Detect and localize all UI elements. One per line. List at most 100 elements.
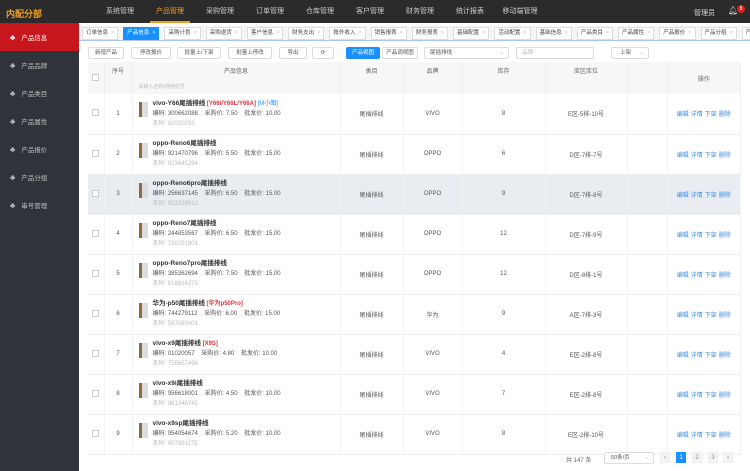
product-name[interactable]: oppo-Reno6尾插排线 bbox=[153, 140, 217, 147]
row-checkbox[interactable] bbox=[88, 134, 105, 175]
product-thumbnail[interactable] bbox=[138, 342, 148, 358]
close-icon[interactable]: × bbox=[193, 30, 196, 36]
nav-item[interactable]: 系统管理 bbox=[100, 0, 140, 23]
product-thumbnail[interactable] bbox=[138, 302, 148, 318]
nav-item[interactable]: 客户管理 bbox=[350, 0, 390, 23]
nav-item[interactable]: 采购管理 bbox=[200, 0, 240, 23]
batch-shelf-button[interactable]: 批量上/下架 bbox=[177, 47, 221, 59]
category-select[interactable]: 尾插排线 ⌄ bbox=[424, 47, 509, 59]
next-page-button[interactable]: › bbox=[723, 452, 733, 463]
table-row[interactable]: 8 vivo-x9i尾插排线 编码: 956618001 采购价: 4.50 批… bbox=[88, 374, 741, 415]
tab[interactable]: 产品分组 × bbox=[700, 27, 737, 40]
sidebar-item[interactable]: ♣ 产品属性 bbox=[0, 107, 79, 135]
product-thumbnail[interactable] bbox=[138, 422, 148, 438]
action-detail[interactable]: 详情 bbox=[691, 273, 703, 279]
tab[interactable]: 基础信息 × bbox=[535, 27, 572, 40]
nav-item[interactable]: 产品管理 bbox=[150, 0, 190, 23]
row-checkbox[interactable] bbox=[88, 294, 105, 335]
action-delete[interactable]: 删除 bbox=[719, 193, 731, 199]
table-row[interactable]: 3 oppo-Reno6pro尾插排线 编码: 256637145 采购价: 6… bbox=[88, 174, 741, 215]
user-name[interactable]: 管理员 bbox=[694, 8, 715, 18]
action-detail[interactable]: 详情 bbox=[691, 353, 703, 359]
tab[interactable]: 采购计划 × bbox=[164, 27, 201, 40]
action-unshelve[interactable]: 下架 bbox=[705, 153, 717, 159]
close-icon[interactable]: × bbox=[647, 30, 650, 36]
tab[interactable]: 产品报价 × bbox=[659, 27, 696, 40]
row-checkbox[interactable] bbox=[88, 214, 105, 255]
action-edit[interactable]: 编辑 bbox=[677, 313, 689, 319]
product-name[interactable]: vivo-x9尾插排线 bbox=[153, 340, 201, 347]
action-delete[interactable]: 删除 bbox=[719, 433, 731, 439]
close-icon[interactable]: × bbox=[730, 30, 733, 36]
action-unshelve[interactable]: 下架 bbox=[705, 313, 717, 319]
product-search-input[interactable]: 请输入名称/通用型号 bbox=[132, 78, 341, 94]
close-icon[interactable]: × bbox=[111, 30, 114, 36]
tab[interactable]: 财务报表 × bbox=[411, 27, 449, 40]
product-view-button[interactable]: 产品视图 bbox=[346, 47, 380, 59]
table-row[interactable]: 5 oppo-Reno7pro尾插排线 编码: 385362694 采购价: 7… bbox=[88, 254, 741, 295]
action-detail[interactable]: 详情 bbox=[691, 112, 703, 118]
action-unshelve[interactable]: 下架 bbox=[705, 273, 717, 279]
action-edit[interactable]: 编辑 bbox=[677, 393, 689, 399]
close-icon[interactable]: × bbox=[152, 30, 155, 36]
product-thumbnail[interactable] bbox=[138, 142, 148, 158]
nav-item[interactable]: 订单管理 bbox=[250, 0, 290, 23]
tab[interactable]: 订单信息 × bbox=[82, 27, 119, 40]
close-icon[interactable]: × bbox=[358, 30, 361, 36]
action-detail[interactable]: 详情 bbox=[691, 233, 703, 239]
action-unshelve[interactable]: 下架 bbox=[705, 193, 717, 199]
sidebar-item[interactable]: ♣ 产品分组 bbox=[0, 163, 79, 191]
action-edit[interactable]: 编辑 bbox=[677, 233, 689, 239]
close-icon[interactable]: × bbox=[688, 30, 691, 36]
close-icon[interactable]: × bbox=[276, 30, 279, 36]
close-icon[interactable]: × bbox=[441, 30, 444, 36]
product-thumbnail[interactable] bbox=[138, 102, 148, 117]
close-icon[interactable]: × bbox=[482, 30, 485, 36]
tab[interactable]: 产品信息 × bbox=[123, 27, 160, 40]
row-checkbox[interactable] bbox=[88, 414, 105, 455]
batch-stop-button[interactable]: 批量上停改 bbox=[228, 47, 272, 59]
action-detail[interactable]: 详情 bbox=[691, 313, 703, 319]
action-unshelve[interactable]: 下架 bbox=[705, 393, 717, 399]
page-button[interactable]: 2 bbox=[692, 452, 702, 463]
action-detail[interactable]: 详情 bbox=[691, 153, 703, 159]
table-row[interactable]: 4 oppo-Reno7尾插排线 编码: 244853567 采购价: 6.50… bbox=[88, 214, 741, 255]
table-row[interactable]: 9 vivo-x9sp尾插排线 编码: 954054674 采购价: 5.20 … bbox=[88, 414, 741, 455]
action-delete[interactable]: 删除 bbox=[719, 353, 731, 359]
table-row[interactable]: 2 oppo-Reno6尾插排线 编码: 921470796 采购价: 5.50… bbox=[88, 134, 741, 175]
close-icon[interactable]: × bbox=[606, 30, 609, 36]
tab[interactable]: 销售报表 × bbox=[370, 27, 407, 40]
action-delete[interactable]: 删除 bbox=[719, 153, 731, 159]
refresh-icon[interactable]: ⟳ bbox=[312, 47, 334, 59]
batch-view-button[interactable]: 产品调视图 bbox=[382, 47, 418, 59]
sidebar-item[interactable]: ♣ 产品信息 bbox=[0, 23, 79, 51]
nav-item[interactable]: 仓库管理 bbox=[300, 0, 340, 23]
add-product-button[interactable]: 新增产品 bbox=[88, 47, 124, 59]
table-row[interactable]: 7 vivo-x9尾插排线 [X9S] 编码: 01020057 采购价: 4.… bbox=[88, 334, 741, 375]
tab[interactable]: 客户信息 × bbox=[246, 27, 284, 40]
product-name[interactable]: vivo-x9sp尾插排线 bbox=[153, 420, 209, 427]
export-button[interactable]: 导出 bbox=[279, 47, 307, 59]
row-checkbox[interactable] bbox=[88, 254, 105, 295]
action-unshelve[interactable]: 下架 bbox=[705, 353, 717, 359]
product-thumbnail[interactable] bbox=[138, 382, 148, 398]
action-delete[interactable]: 删除 bbox=[719, 393, 731, 399]
action-detail[interactable]: 详情 bbox=[691, 193, 703, 199]
status-select[interactable]: 上架 ⌄ bbox=[611, 47, 649, 59]
action-edit[interactable]: 编辑 bbox=[677, 153, 689, 159]
nav-item[interactable]: 统计报表 bbox=[450, 0, 490, 23]
tab[interactable]: 账外收入 × bbox=[329, 27, 366, 40]
sidebar-item[interactable]: ♣ 产品类目 bbox=[0, 79, 79, 107]
action-edit[interactable]: 编辑 bbox=[677, 193, 689, 199]
product-name[interactable]: oppo-Reno6pro尾插排线 bbox=[153, 180, 227, 187]
action-edit[interactable]: 编辑 bbox=[677, 353, 689, 359]
product-name[interactable]: oppo-Reno7尾插排线 bbox=[153, 220, 217, 227]
product-name[interactable]: vivo-x9i尾插排线 bbox=[153, 380, 203, 387]
tab[interactable]: 采购退货 × bbox=[205, 27, 242, 40]
prev-page-button[interactable]: ‹ bbox=[660, 452, 670, 463]
tab[interactable]: 活动配置 × bbox=[494, 27, 531, 40]
tab[interactable]: 产品类目 × bbox=[576, 27, 614, 40]
page-button[interactable]: 1 bbox=[676, 452, 686, 463]
product-thumbnail[interactable] bbox=[138, 222, 148, 238]
price-button[interactable]: 停改报价 bbox=[131, 47, 171, 59]
